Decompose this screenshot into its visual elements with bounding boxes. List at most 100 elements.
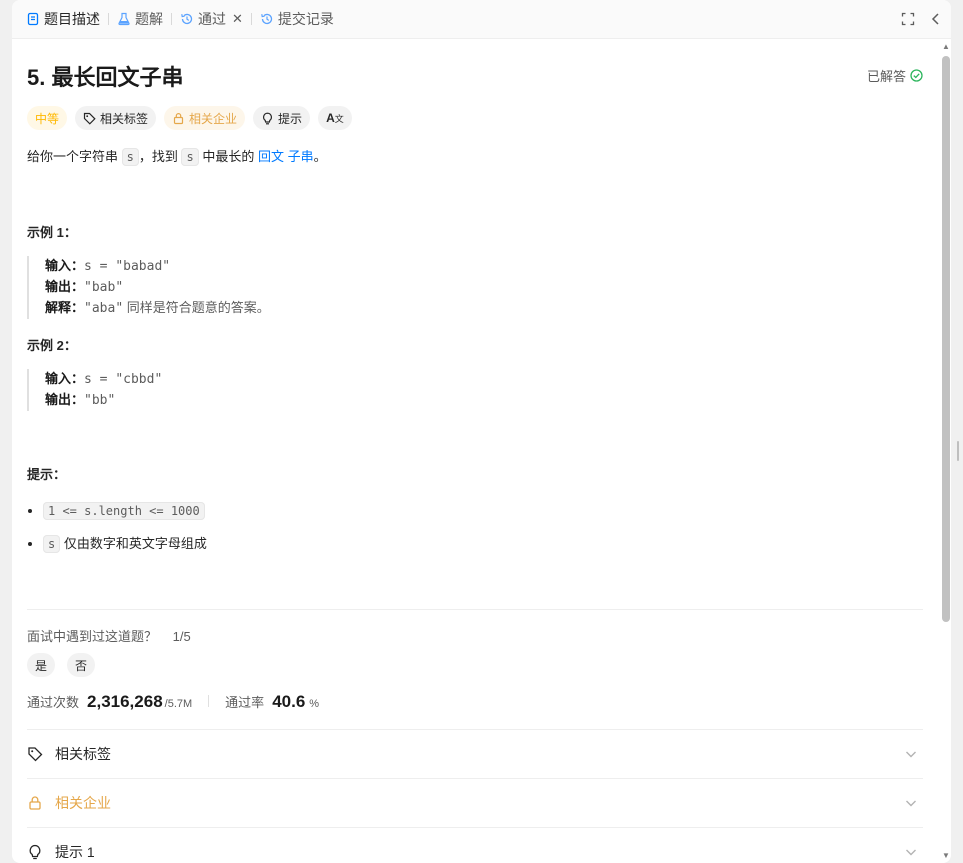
tab-divider	[171, 13, 172, 25]
history-icon	[181, 13, 193, 25]
inline-code: 1 <= s.length <= 1000	[43, 502, 205, 520]
related-tags-chip[interactable]: 相关标签	[75, 106, 157, 130]
title-row: 5. 最长回文子串 已解答	[27, 38, 923, 98]
input-label: 输入：	[45, 371, 85, 386]
explain-label: 解释：	[45, 300, 85, 315]
description-text: 给你一个字符串	[27, 149, 122, 164]
scrollbar-thumb[interactable]	[942, 56, 950, 622]
chevron-down-icon	[906, 751, 916, 758]
accordion-related-companies[interactable]: 相关企业	[27, 779, 923, 827]
output-value: "bab"	[84, 280, 124, 295]
problem-panel: 题目描述 题解 通过 ✕ 提交记录 5. 最长回文子串 已解答 中等 相关标签 …	[12, 0, 951, 863]
example-input: 输入：s = "cbbd"	[45, 369, 162, 390]
chevron-down-icon	[906, 849, 916, 856]
interview-answer-group: 是 否	[27, 653, 96, 677]
scroll-up-arrow-icon[interactable]: ▲	[941, 42, 951, 52]
example-output: 输出："bab"	[45, 277, 270, 298]
output-label: 输出：	[45, 392, 85, 407]
related-tags-label: 相关标签	[100, 111, 149, 126]
panel-resize-handle[interactable]	[957, 441, 959, 461]
solved-label: 已解答	[866, 69, 906, 84]
history-icon	[261, 13, 273, 25]
divider	[27, 609, 923, 610]
scroll-down-arrow-icon[interactable]: ▼	[941, 851, 951, 861]
palindrome-link[interactable]: 回文	[258, 149, 284, 164]
tab-solutions[interactable]: 题解	[111, 0, 169, 38]
acceptance-rate-value: 40.6	[272, 692, 306, 711]
tab-description[interactable]: 题目描述	[20, 0, 106, 38]
example-output: 输出："bb"	[45, 390, 162, 411]
translate-icon: A	[326, 111, 335, 125]
tab-label: 题解	[135, 11, 163, 27]
example-block: 输入：s = "babad" 输出："bab" 解释："aba" 同样是符合题意…	[27, 256, 270, 319]
tab-bar-actions	[901, 0, 943, 38]
description-text: 。	[313, 149, 327, 164]
tag-row: 中等 相关标签 相关企业 提示 A文	[27, 106, 923, 130]
inline-code: s	[121, 148, 139, 166]
interview-question-text: 面试中遇到过这道题？	[27, 629, 158, 644]
tab-label: 提交记录	[277, 11, 334, 27]
tag-icon	[28, 747, 43, 762]
interview-count: 1/5	[172, 629, 191, 644]
tab-divider	[108, 13, 109, 25]
explain-code: "aba"	[84, 301, 124, 316]
tab-label: 题目描述	[44, 11, 100, 27]
accordion-label: 相关标签	[55, 746, 111, 762]
stats-divider	[208, 695, 210, 707]
constraints-title: 提示：	[27, 467, 67, 482]
chevron-left-icon[interactable]	[929, 12, 943, 26]
translate-button[interactable]: A文	[318, 106, 352, 130]
problem-description: 给你一个字符串 s ，找到 s 中最长的 回文 子串。	[27, 146, 923, 168]
accepted-count: 2,316,268	[87, 692, 163, 711]
example-block: 输入：s = "cbbd" 输出："bb"	[27, 369, 162, 411]
output-value: "bb"	[84, 393, 116, 408]
hint-label: 提示	[278, 111, 303, 126]
hint-chip[interactable]: 提示	[253, 106, 311, 130]
submission-count: /5.7M	[164, 698, 193, 710]
interview-question: 面试中遇到过这道题？ 1/5	[27, 626, 191, 645]
lock-icon	[29, 796, 41, 810]
related-companies-label: 相关企业	[189, 111, 238, 126]
example-title: 示例 1：	[27, 225, 77, 240]
input-value: s = "babad"	[84, 259, 171, 274]
tab-submissions[interactable]: 提交记录	[254, 0, 340, 38]
related-companies-chip[interactable]: 相关企业	[164, 106, 246, 130]
solved-status[interactable]: 已解答	[867, 66, 923, 85]
inline-code: s	[181, 148, 199, 166]
lock-icon	[173, 112, 184, 124]
flask-icon	[118, 12, 130, 26]
accordion-label: 相关企业	[55, 795, 111, 811]
accordion-related-tags[interactable]: 相关标签	[27, 730, 923, 778]
no-button[interactable]: 否	[67, 653, 96, 677]
acceptance-rate-label: 通过率	[225, 695, 265, 710]
close-icon[interactable]: ✕	[232, 11, 243, 27]
tag-icon	[83, 112, 96, 125]
substring-link[interactable]: 子串	[288, 149, 314, 164]
inline-code: s	[43, 535, 61, 553]
tab-divider	[250, 13, 252, 25]
lightbulb-icon	[263, 112, 273, 124]
translate-icon-glyph: 文	[334, 113, 344, 124]
page-title: 5. 最长回文子串	[27, 65, 184, 90]
chevron-down-icon	[906, 800, 916, 807]
input-value: s = "cbbd"	[84, 372, 163, 387]
constraint-text: 仅由数字和英文字母组成	[60, 536, 207, 551]
fullscreen-icon[interactable]	[901, 12, 915, 26]
check-circle-icon	[910, 69, 923, 82]
stats-row: 通过次数 2,316,268 /5.7M 通过率 40.6 %	[27, 692, 319, 712]
list-item: s 仅由数字和英文字母组成	[43, 532, 207, 565]
explain-text: 同样是符合题意的答案。	[123, 300, 270, 315]
difficulty-badge[interactable]: 中等	[27, 106, 68, 130]
problem-content: 5. 最长回文子串 已解答 中等 相关标签 相关企业 提示 A文 给你一个字符串…	[27, 38, 923, 168]
tab-accepted[interactable]: 通过 ✕	[174, 0, 249, 38]
list-item: 1 <= s.length <= 1000	[43, 499, 207, 532]
vertical-scrollbar[interactable]: ▲ ▼	[941, 42, 951, 863]
tab-bar: 题目描述 题解 通过 ✕ 提交记录	[12, 0, 951, 39]
lightbulb-icon	[29, 844, 41, 860]
yes-button[interactable]: 是	[27, 653, 56, 677]
description-text: ，找到	[138, 149, 182, 164]
accordion-hint-1[interactable]: 提示 1	[27, 828, 923, 863]
input-label: 输入：	[45, 258, 85, 273]
document-icon	[27, 12, 39, 26]
acceptance-rate-unit: %	[309, 698, 320, 710]
